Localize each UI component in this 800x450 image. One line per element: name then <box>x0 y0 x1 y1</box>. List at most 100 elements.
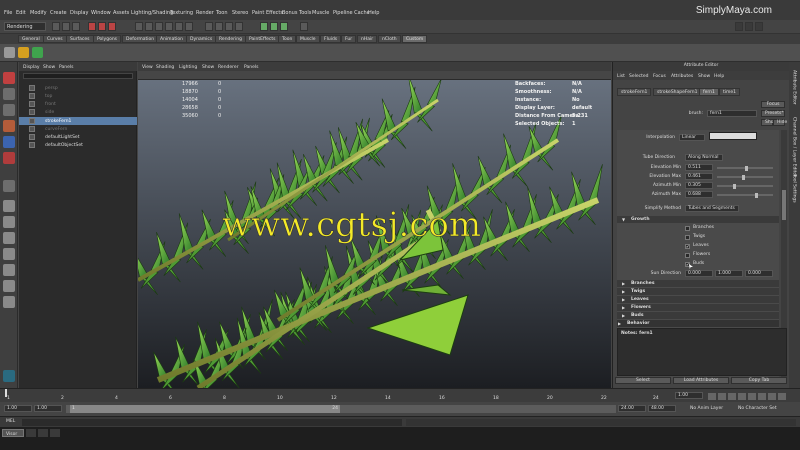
shelf-tab-fluids[interactable]: Fluids <box>320 35 342 43</box>
show-button[interactable]: Show <box>761 119 777 126</box>
attr-menu-focus[interactable]: Focus <box>653 74 666 79</box>
move-tool-icon[interactable] <box>3 120 15 132</box>
range-bar-handle[interactable]: 1 24 <box>70 405 340 413</box>
menu-modify[interactable]: Modify <box>30 10 47 16</box>
shelf-tab-nhair[interactable]: nHair <box>357 35 378 43</box>
shelf-tab-animation[interactable]: Animation <box>156 35 187 43</box>
layout-two-icon[interactable] <box>3 232 15 244</box>
current-time-marker[interactable] <box>5 389 7 397</box>
growth-leaves-checkbox[interactable]: ✔ <box>685 244 690 249</box>
section-twigs[interactable]: ▶ Twigs <box>617 288 779 295</box>
visor-icon[interactable] <box>3 370 15 382</box>
layout-four-icon[interactable] <box>3 216 15 228</box>
paint-select-tool-icon[interactable] <box>3 104 15 116</box>
select-object-icon[interactable] <box>98 22 106 31</box>
attr-menu-help[interactable]: Help <box>714 74 724 79</box>
azimuth-max-slider[interactable] <box>717 194 773 196</box>
layout-graph-icon[interactable] <box>3 280 15 292</box>
minimized-panel-icon[interactable] <box>26 429 36 437</box>
shelf-tool-icon[interactable] <box>18 47 29 58</box>
mask-icon[interactable] <box>175 22 183 31</box>
shelf-tab-fur[interactable]: Fur <box>341 35 357 43</box>
viewport-menu-lighting[interactable]: Lighting <box>179 65 197 70</box>
mask-icon[interactable] <box>155 22 163 31</box>
menu-texturing[interactable]: Texturing <box>170 10 193 16</box>
go-to-end-icon[interactable] <box>778 393 786 400</box>
menu-muscle[interactable]: Muscle <box>312 10 329 16</box>
attr-menu-list[interactable]: List <box>617 74 625 79</box>
snap-curve-icon[interactable] <box>215 22 223 31</box>
copy-tab-button[interactable]: Copy Tab <box>731 377 787 384</box>
animation-start-field[interactable]: 1.00 <box>4 405 32 412</box>
step-back-key-icon[interactable] <box>728 393 736 400</box>
render-icon[interactable] <box>260 22 268 31</box>
menu-paint-effects[interactable]: Paint Effects <box>252 10 283 16</box>
rotate-tool-icon[interactable] <box>3 136 15 148</box>
open-scene-icon[interactable] <box>62 22 70 31</box>
snap-point-icon[interactable] <box>225 22 233 31</box>
azimuth-min-field[interactable]: 0.305 <box>685 182 713 189</box>
shelf-tab-toon[interactable]: Toon <box>278 35 297 43</box>
attr-tab-fern1[interactable]: fern1 <box>699 88 719 96</box>
outliner-item[interactable]: curveFern <box>19 125 137 133</box>
section-buds[interactable]: ▶ Buds <box>617 312 779 319</box>
go-to-start-icon[interactable] <box>708 393 716 400</box>
mask-icon[interactable] <box>145 22 153 31</box>
section-branches[interactable]: ▶ Branches <box>617 280 779 287</box>
side-tab-tool-settings[interactable]: Tool Settings <box>791 174 797 203</box>
growth-branches-checkbox[interactable] <box>685 226 690 231</box>
attr-tab-strokeshapefern1[interactable]: strokeShapeFern1 <box>653 88 702 96</box>
elevation-min-slider-handle[interactable] <box>745 166 748 171</box>
growth-twigs-checkbox[interactable] <box>685 235 690 240</box>
outliner-menu-display[interactable]: Display <box>23 65 40 70</box>
attr-tab-time1[interactable]: time1 <box>719 88 741 96</box>
play-backwards-icon[interactable] <box>738 393 746 400</box>
snap-grid-icon[interactable] <box>205 22 213 31</box>
outliner-item[interactable]: defaultObjectSet <box>19 141 137 149</box>
notes-area[interactable]: Notes: fern1 <box>617 328 787 376</box>
new-scene-icon[interactable] <box>52 22 60 31</box>
outliner-item[interactable]: front <box>19 100 137 108</box>
simplify-method-dropdown[interactable]: Tubes and Segments <box>685 205 739 212</box>
menu-help[interactable]: Help <box>368 10 379 16</box>
menu-render[interactable]: Render <box>196 10 214 16</box>
attr-menu-selected[interactable]: Selected <box>629 74 649 79</box>
outliner-item[interactable]: top <box>19 92 137 100</box>
section-leaves[interactable]: ▶ Leaves <box>617 296 779 303</box>
shelf-tab-rendering[interactable]: Rendering <box>215 35 246 43</box>
scale-tool-icon[interactable] <box>3 152 15 164</box>
menu-toon[interactable]: Toon <box>216 10 228 16</box>
playback-end-field[interactable]: 24.00 <box>618 405 646 412</box>
step-back-icon[interactable] <box>718 393 726 400</box>
growth-flowers-checkbox[interactable] <box>685 253 690 258</box>
tool-settings-toggle-icon[interactable] <box>755 22 763 31</box>
viewport-menu-panels[interactable]: Panels <box>244 65 258 70</box>
mask-icon[interactable] <box>165 22 173 31</box>
section-flowers[interactable]: ▶ Flowers <box>617 304 779 311</box>
current-frame-field[interactable]: 1.00 <box>675 392 703 399</box>
elevation-max-field[interactable]: 0.461 <box>685 173 713 180</box>
outliner-item[interactable]: side <box>19 108 137 116</box>
menu-file[interactable]: File <box>4 10 12 16</box>
azimuth-min-slider[interactable] <box>717 185 773 187</box>
viewport-menu-shading[interactable]: Shading <box>156 65 174 70</box>
visor-tab[interactable]: Visor <box>2 429 24 437</box>
shelf-tab-general[interactable]: General <box>18 35 44 43</box>
outliner-item[interactable]: persp <box>19 84 137 92</box>
attr-menu-attributes[interactable]: Attributes <box>671 74 693 79</box>
viewport-menu-view[interactable]: View <box>142 65 153 70</box>
attr-menu-show[interactable]: Show <box>698 74 710 79</box>
shelf-tool-icon[interactable] <box>32 47 43 58</box>
outliner-menu-show[interactable]: Show <box>43 65 55 70</box>
outliner-filter-input[interactable] <box>23 73 133 79</box>
attribute-editor-toggle-icon[interactable] <box>745 22 753 31</box>
elevation-min-field[interactable]: 0.511 <box>685 164 713 171</box>
play-forwards-icon[interactable] <box>748 393 756 400</box>
snap-plane-icon[interactable] <box>235 22 243 31</box>
viewport-menu-show[interactable]: Show <box>202 65 214 70</box>
range-bar[interactable]: 1 24 <box>66 405 616 413</box>
sun-direction-z-field[interactable]: 0.000 <box>745 270 773 277</box>
sun-direction-x-field[interactable]: 0.000 <box>685 270 713 277</box>
menu-assets[interactable]: Assets <box>113 10 129 16</box>
shelf-tab-deformation[interactable]: Deformation <box>122 35 159 43</box>
